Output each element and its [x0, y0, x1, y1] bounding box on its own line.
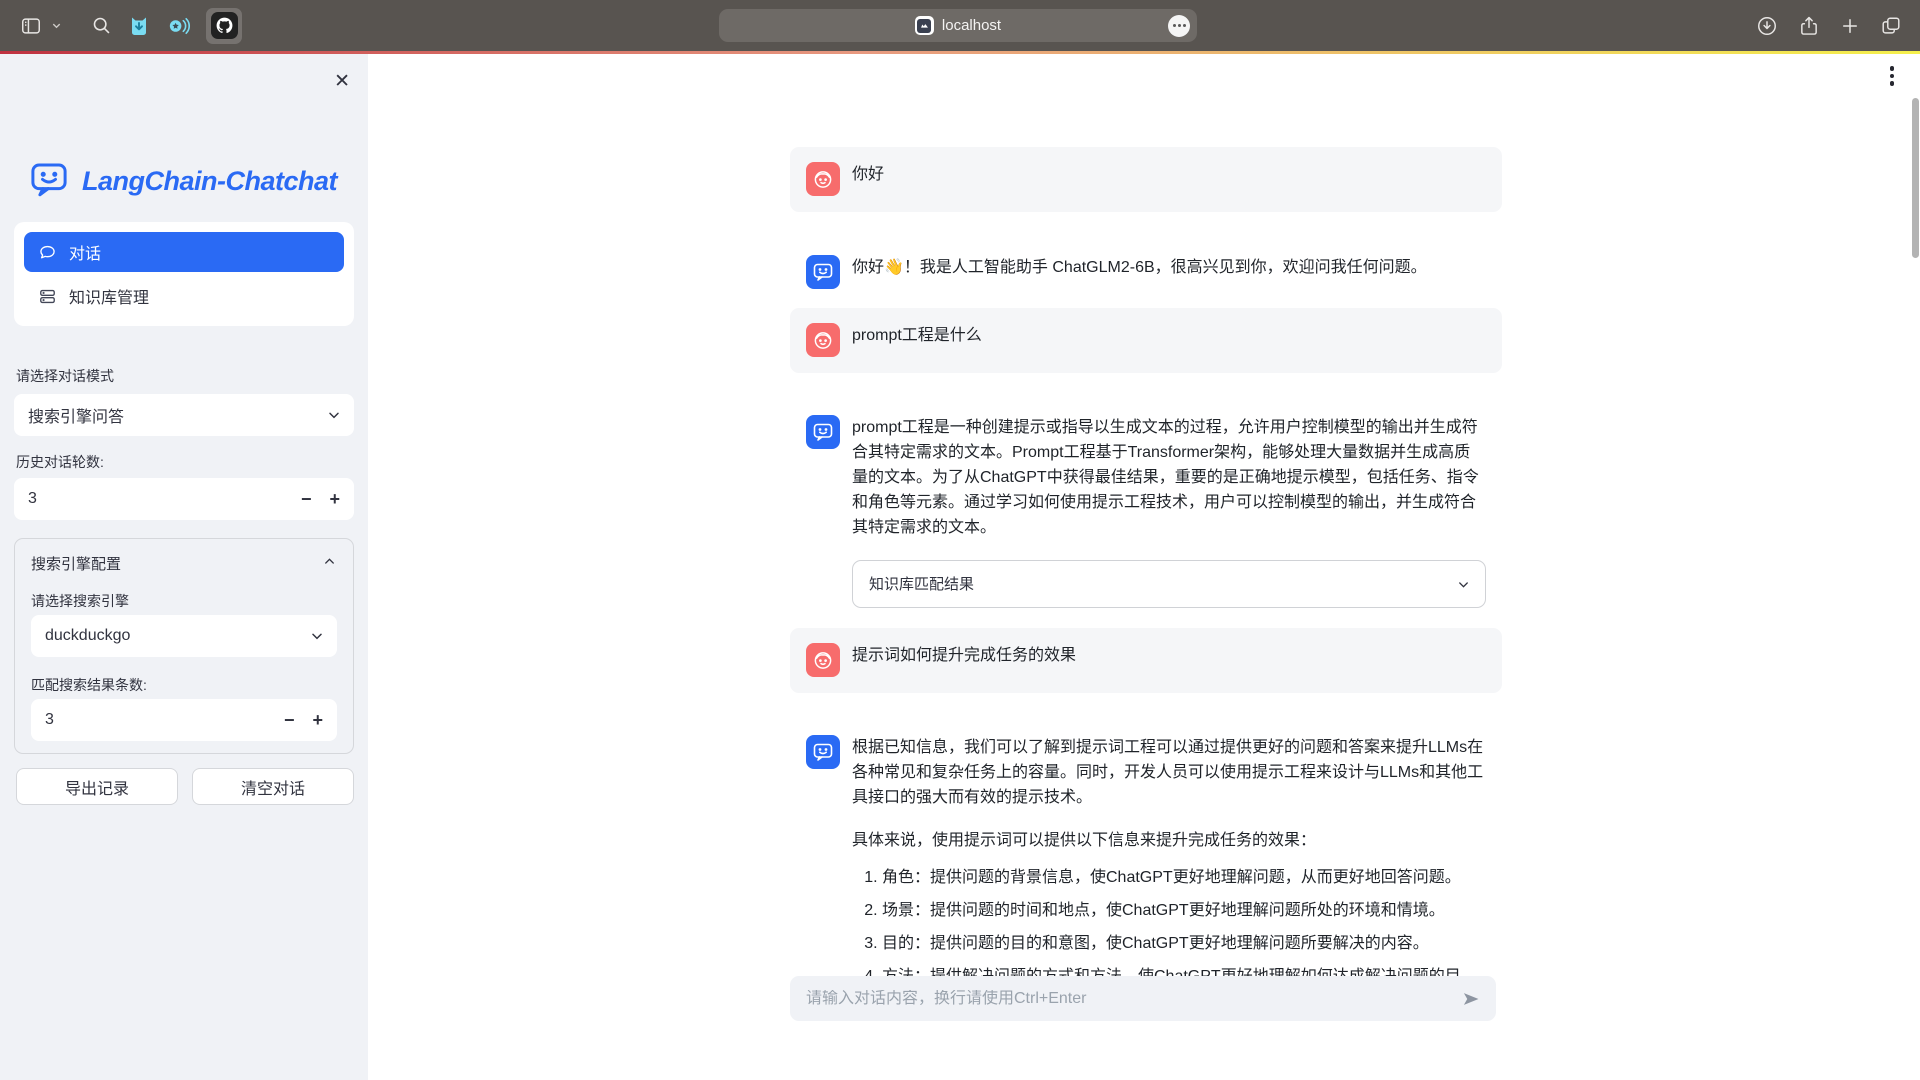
send-icon[interactable] [1460, 988, 1482, 1010]
chat-input-bar [790, 976, 1496, 1021]
downloads-icon[interactable] [1756, 15, 1778, 37]
chevron-down-icon [326, 407, 342, 423]
message-list-item: 角色：提供问题的背景信息，使ChatGPT更好地理解问题，从而更好地回答问题。 [882, 865, 1486, 890]
browser-toolbar: localhost [0, 0, 1920, 51]
export-history-button[interactable]: 导出记录 [16, 768, 178, 805]
history-rounds-input[interactable]: 3 − + [14, 478, 354, 520]
search-engine-value: duckduckgo [45, 627, 130, 645]
increment-button[interactable]: + [312, 711, 323, 729]
nav-item-label: 对话 [69, 240, 101, 264]
result-count-input[interactable]: 3 − + [31, 699, 337, 741]
github-tab-button[interactable] [206, 8, 242, 44]
dialog-mode-value: 搜索引擎问答 [28, 403, 124, 427]
result-count-label: 匹配搜索结果条数: [31, 675, 147, 695]
chat-message-user: 你好 [790, 147, 1502, 212]
sidebar-toggle-icon[interactable] [18, 15, 44, 37]
new-tab-icon[interactable] [1840, 16, 1860, 36]
message-text: 你好 [852, 162, 1486, 197]
share-icon[interactable] [1798, 15, 1820, 37]
dialog-mode-select[interactable]: 搜索引擎问答 [14, 394, 354, 436]
dialog-mode-label: 请选择对话模式 [16, 366, 114, 386]
chat-main: 你好 你好👋！我是人工智能助手 ChatGLM2-6B，很高兴见到你，欢迎问我任… [368, 54, 1920, 1080]
assistant-avatar-icon [806, 255, 840, 289]
app-logo-icon [28, 158, 70, 205]
knowledge-match-expander[interactable]: 知识库匹配结果 [852, 560, 1486, 608]
chat-message-assistant: prompt工程是一种创建提示或指导以生成文本的过程，允许用户控制模型的输出并生… [790, 400, 1502, 623]
user-avatar-icon [806, 323, 840, 357]
nav-menu: 对话 知识库管理 [14, 222, 354, 326]
message-list-item: 目的：提供问题的目的和意图，使ChatGPT更好地理解问题所要解决的内容。 [882, 931, 1486, 956]
chat-column: 你好 你好👋！我是人工智能助手 ChatGLM2-6B，很高兴见到你，欢迎问我任… [790, 54, 1502, 1080]
nav-item-knowledge-base[interactable]: 知识库管理 [24, 276, 344, 316]
app-menu-icon[interactable] [1890, 66, 1895, 86]
expander-header[interactable]: 搜索引擎配置 [31, 553, 337, 574]
page-options-icon[interactable] [1168, 15, 1190, 37]
site-favicon [915, 16, 934, 35]
message-text: 根据已知信息，我们可以了解到提示词工程可以通过提供更好的问题和答案来提升LLMs… [852, 735, 1486, 810]
nav-item-label: 知识库管理 [69, 284, 149, 308]
message-text: 具体来说，使用提示词可以提供以下信息来提升完成任务的效果： [852, 828, 1486, 853]
history-rounds-label: 历史对话轮数: [16, 452, 104, 472]
chevron-down-icon [309, 628, 325, 644]
sidebar-close-icon[interactable]: ✕ [334, 72, 350, 91]
message-text: prompt工程是一种创建提示或指导以生成文本的过程，允许用户控制模型的输出并生… [852, 415, 1486, 540]
chevron-up-icon [322, 554, 337, 573]
chat-message-assistant: 你好👋！我是人工智能助手 ChatGLM2-6B，很高兴见到你，欢迎问我任何问题… [790, 240, 1502, 304]
chevron-down-icon [1456, 577, 1471, 592]
address-bar[interactable]: localhost [719, 9, 1197, 42]
message-text: 提示词如何提升完成任务的效果 [852, 643, 1486, 678]
assistant-avatar-icon [806, 415, 840, 449]
ripple-star-icon[interactable] [166, 14, 191, 38]
sidebar-chevron-icon[interactable] [51, 20, 62, 31]
search-engine-config-expander: 搜索引擎配置 请选择搜索引擎 duckduckgo 匹配搜索结果条数: 3 − … [14, 538, 354, 754]
chat-message-user: prompt工程是什么 [790, 308, 1502, 373]
result-count-value: 3 [45, 711, 54, 729]
assistant-avatar-icon [806, 735, 840, 769]
search-icon[interactable] [91, 15, 112, 36]
expander-title: 知识库匹配结果 [869, 572, 974, 597]
scrollbar-thumb[interactable] [1912, 98, 1919, 258]
decrement-button[interactable]: − [284, 711, 295, 729]
user-avatar-icon [806, 162, 840, 196]
bookmark-cat-icon[interactable] [127, 14, 151, 38]
app-logo-text: LangChain-Chatchat [82, 166, 337, 197]
expander-title: 搜索引擎配置 [31, 553, 121, 574]
url-text: localhost [942, 17, 1001, 34]
decrement-button[interactable]: − [301, 490, 312, 508]
increment-button[interactable]: + [329, 490, 340, 508]
user-avatar-icon [806, 643, 840, 677]
nav-item-dialogue[interactable]: 对话 [24, 232, 344, 272]
message-list-item: 场景：提供问题的时间和地点，使ChatGPT更好地理解问题所处的环境和情境。 [882, 898, 1486, 923]
chat-input[interactable] [790, 990, 1496, 1008]
clear-dialogue-button[interactable]: 清空对话 [192, 768, 354, 805]
sidebar: ✕ LangChain-Chatchat 对话 知识库管理 [0, 54, 368, 1080]
history-rounds-value: 3 [28, 490, 37, 508]
search-engine-label: 请选择搜索引擎 [31, 591, 129, 611]
message-text: prompt工程是什么 [852, 323, 1486, 358]
chat-message-user: 提示词如何提升完成任务的效果 [790, 628, 1502, 693]
github-icon [211, 12, 238, 39]
app-logo: LangChain-Chatchat [28, 158, 337, 205]
message-text: 你好👋！我是人工智能助手 ChatGLM2-6B，很高兴见到你，欢迎问我任何问题… [852, 255, 1486, 289]
search-engine-select[interactable]: duckduckgo [31, 615, 337, 657]
tab-overview-icon[interactable] [1880, 15, 1902, 37]
